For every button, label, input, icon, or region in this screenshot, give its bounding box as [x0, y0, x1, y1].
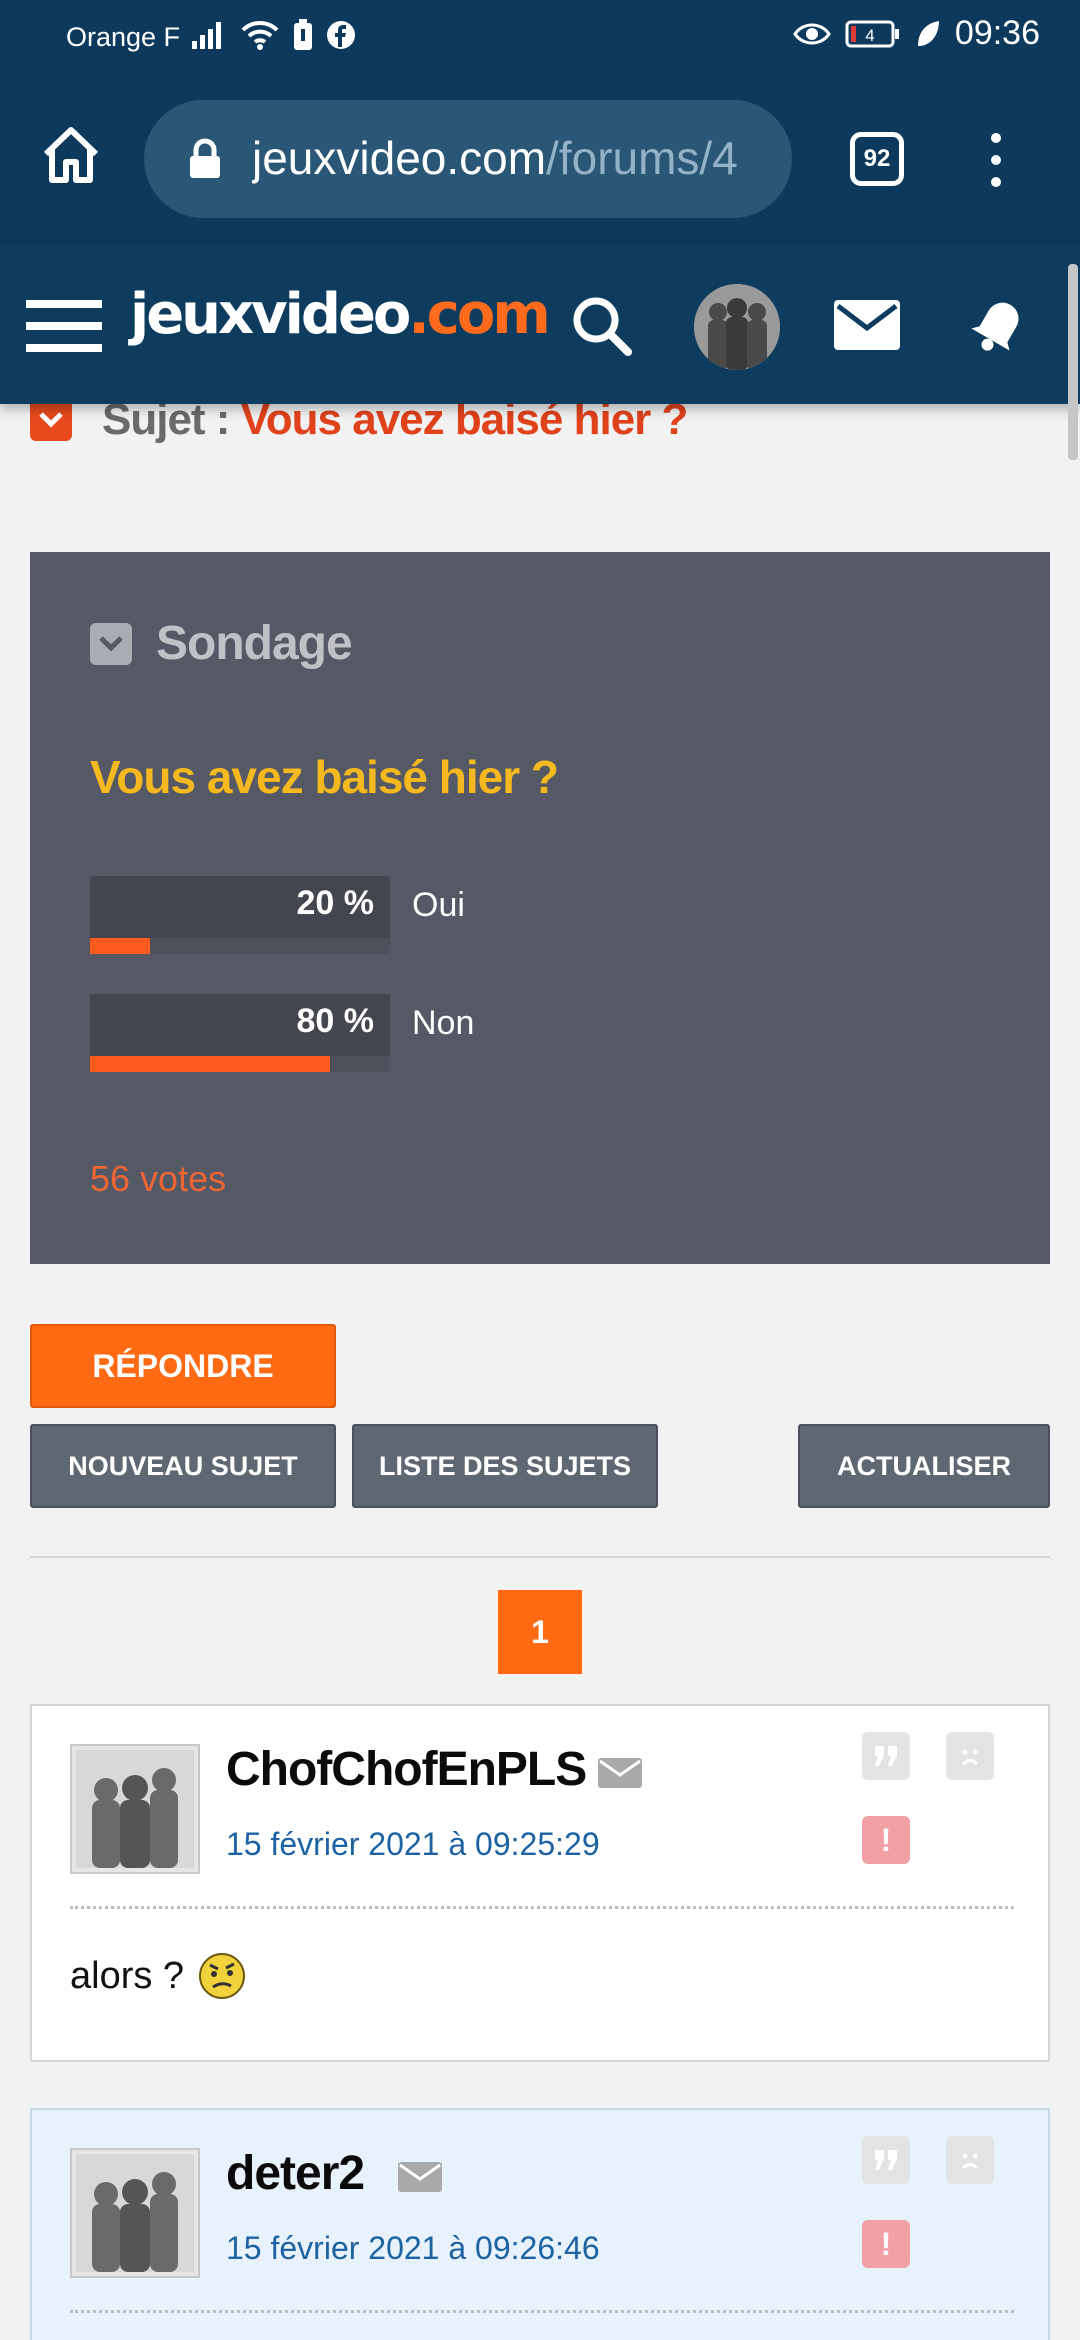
post-body: alors ?	[70, 1950, 248, 2002]
forum-post: ChofChofEnPLS 15 février 2021 à 09:25:29…	[30, 1704, 1050, 2062]
status-bar: Orange F 4 09:36	[0, 0, 1080, 76]
leaf-icon	[917, 20, 939, 46]
quote-icon	[875, 1746, 897, 1766]
post-author-avatar[interactable]	[70, 1744, 200, 1874]
alert-icon: !	[880, 2225, 892, 2262]
avatar-silhouettes-icon	[76, 1750, 194, 1868]
pagination-page-current[interactable]: 1	[498, 1590, 582, 1674]
poll-bar-track	[90, 1056, 390, 1072]
quote-button[interactable]	[862, 2136, 910, 2184]
topic-list-button[interactable]: LISTE DES SUJETS	[352, 1424, 658, 1508]
quote-icon	[875, 2150, 897, 2170]
report-button[interactable]: !	[862, 1816, 910, 1864]
more-menu-icon[interactable]	[980, 130, 1012, 190]
post-date[interactable]: 15 février 2021 à 09:25:29	[226, 1826, 600, 1863]
url-path: /forums/4	[546, 132, 738, 184]
site-logo[interactable]: jeuxvideo.com	[130, 282, 551, 347]
avatar-silhouettes-icon	[76, 2154, 194, 2272]
confused-smiley-icon	[199, 1953, 246, 1999]
logo-suffix: .com	[408, 282, 550, 347]
status-icons-right: 4 09:36	[793, 14, 1040, 53]
hamburger-menu-icon[interactable]	[26, 296, 102, 356]
send-pm-icon[interactable]	[598, 1758, 642, 1788]
notification-bell-icon[interactable]	[966, 288, 1034, 358]
blacklist-button[interactable]	[946, 1732, 994, 1780]
user-avatar[interactable]	[694, 284, 780, 370]
poll-heading: Sondage	[156, 617, 353, 670]
poll-option-label: Oui	[412, 886, 465, 924]
alert-icon: !	[880, 1821, 892, 1858]
poll-bar-track	[90, 938, 390, 954]
lock-icon	[190, 138, 220, 178]
new-topic-button[interactable]: NOUVEAU SUJET	[30, 1424, 336, 1508]
eye-icon	[793, 23, 831, 44]
poll-bar: 80 %	[90, 994, 390, 1072]
poll-option: 20 % Oui	[90, 876, 790, 954]
poll-bar-fill	[90, 1056, 330, 1072]
svg-text:4: 4	[865, 26, 874, 45]
url-domain: jeuxvideo.com	[252, 132, 547, 184]
search-icon[interactable]	[570, 294, 634, 358]
chevron-down-icon	[39, 412, 63, 428]
post-author-avatar[interactable]	[70, 2148, 200, 2278]
post-date[interactable]: 15 février 2021 à 09:26:46	[226, 2230, 600, 2267]
report-button[interactable]: !	[862, 2220, 910, 2268]
poll-percent: 80 %	[296, 1002, 375, 1040]
carrier-name: Orange F	[66, 22, 181, 52]
blacklist-button[interactable]	[946, 2136, 994, 2184]
section-divider	[30, 1556, 1050, 1558]
address-bar[interactable]: jeuxvideo.com/forums/4	[144, 100, 792, 218]
battery-icon: 4	[845, 20, 899, 47]
status-icons-left	[190, 18, 356, 52]
sad-face-icon	[961, 1749, 979, 1766]
browser-toolbar: jeuxvideo.com/forums/4 92	[0, 76, 1080, 244]
post-text: alors ?	[70, 1954, 185, 1997]
poll-bar-fill	[90, 938, 150, 954]
collapse-subject-button[interactable]	[30, 399, 72, 441]
facebook-icon	[327, 21, 355, 49]
chevron-down-icon	[99, 635, 123, 652]
home-icon[interactable]	[40, 124, 102, 186]
sad-face-icon	[961, 2153, 979, 2170]
page-scrollbar[interactable]	[1068, 264, 1078, 460]
post-divider	[70, 1906, 1014, 1909]
poll-option: 80 % Non	[90, 994, 790, 1072]
clock-time: 09:36	[954, 14, 1040, 52]
poll-option-label: Non	[412, 1004, 475, 1042]
poll-bar: 20 %	[90, 876, 390, 954]
post-divider	[70, 2310, 1014, 2313]
forum-post: deter2 15 février 2021 à 09:26:46 !	[30, 2108, 1050, 2340]
site-header: jeuxvideo.com	[0, 244, 1080, 404]
poll-question: Vous avez baisé hier ?	[90, 751, 559, 803]
url-text: jeuxvideo.com/forums/4	[252, 131, 772, 185]
tab-switcher-button[interactable]: 92	[850, 132, 904, 186]
avatar-silhouettes-icon	[694, 284, 780, 370]
refresh-button[interactable]: ACTUALISER	[798, 1424, 1050, 1508]
wifi-icon	[241, 20, 279, 50]
send-pm-icon[interactable]	[398, 2162, 442, 2192]
signal-icon	[192, 22, 221, 49]
collapse-poll-button[interactable]	[90, 622, 132, 665]
poll-vote-count: 56 votes	[90, 1158, 227, 1199]
quote-button[interactable]	[862, 1732, 910, 1780]
post-author-name[interactable]: deter2	[226, 2146, 365, 2201]
mail-icon[interactable]	[834, 300, 900, 350]
battery-saver-icon	[294, 19, 312, 50]
reply-button[interactable]: RÉPONDRE	[30, 1324, 336, 1408]
post-author-name[interactable]: ChofChofEnPLS	[226, 1742, 587, 1797]
poll-panel: Sondage Vous avez baisé hier ? 20 % Oui …	[30, 552, 1050, 1264]
poll-header: Sondage	[90, 616, 353, 671]
poll-percent: 20 %	[296, 884, 375, 922]
logo-main: jeuxvideo	[130, 282, 411, 347]
